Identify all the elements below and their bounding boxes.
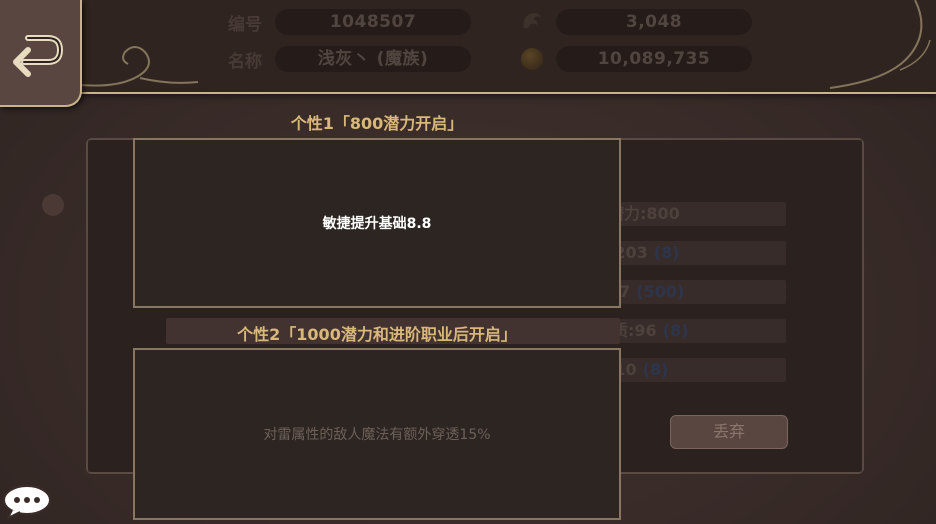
- back-button[interactable]: [0, 0, 82, 107]
- trait2-title: 个性2「1000潜力和进阶职业后开启」: [237, 325, 517, 344]
- trait1-title: 个性1「800潜力开启」: [290, 114, 464, 133]
- top-info-bar: 编号 1048507 名称 浅灰丶 (魔族) 3,048 10,089,735: [0, 0, 936, 94]
- trait1-desc: 敏捷提升基础8.8: [322, 216, 432, 232]
- chat-bubble-icon: [3, 485, 51, 519]
- left-indicator: [42, 194, 64, 216]
- trait1-box: 敏捷提升基础8.8: [133, 138, 621, 308]
- topbar-overlay: [0, 0, 936, 92]
- trait2-box: 对雷属性的敌人魔法有额外穿透15%: [133, 348, 621, 520]
- trait2-desc: 对雷属性的敌人魔法有额外穿透15%: [263, 427, 491, 443]
- discard-button[interactable]: 丢弃: [670, 415, 788, 449]
- chat-button[interactable]: [2, 484, 52, 520]
- back-arrow-icon: [13, 35, 64, 77]
